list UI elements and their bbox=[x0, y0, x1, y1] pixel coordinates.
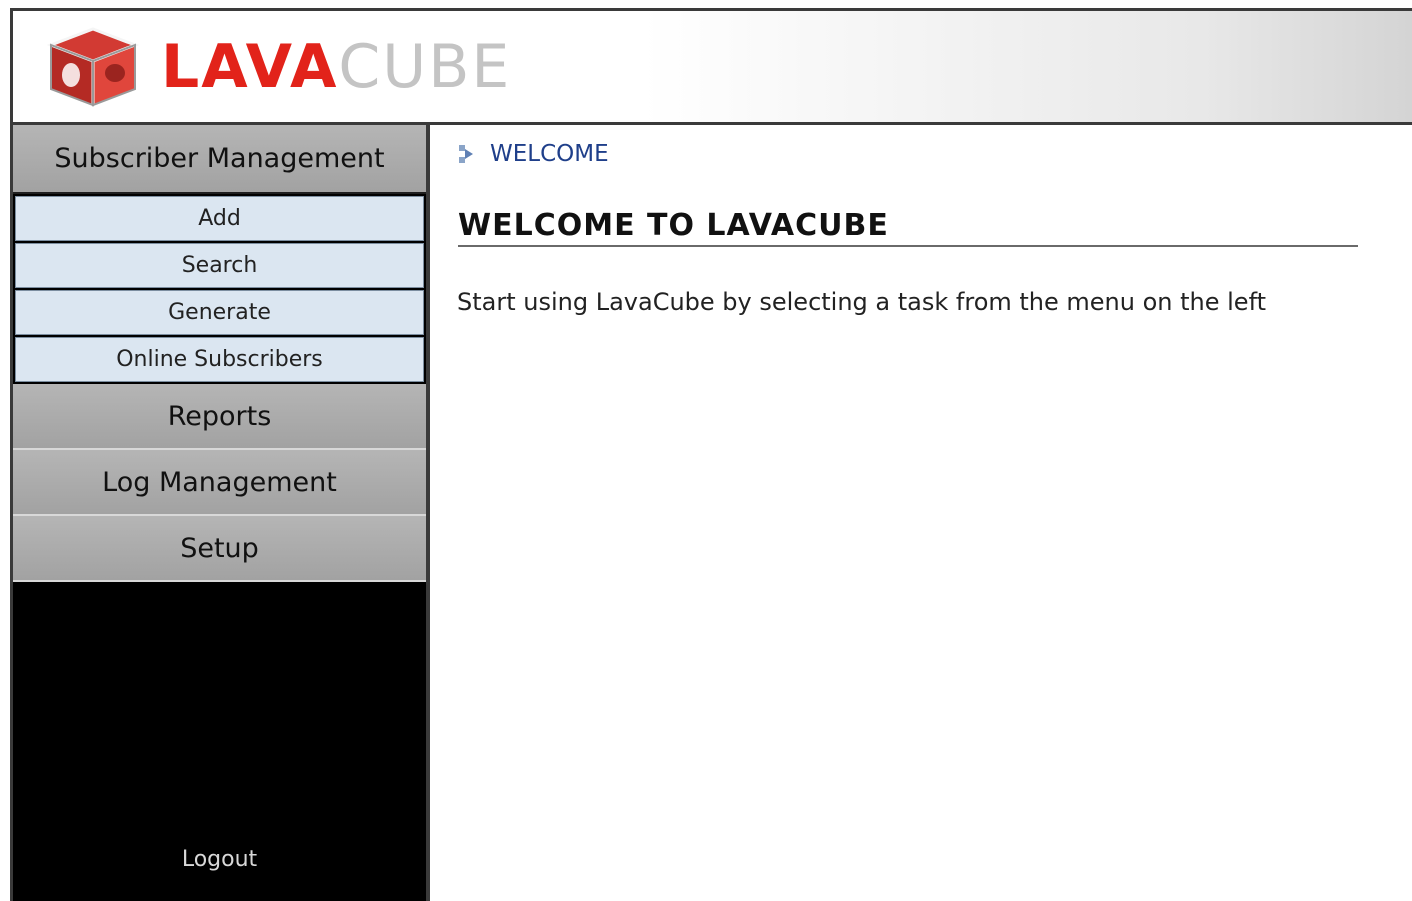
header-bar: LAVACUBE bbox=[13, 11, 1412, 125]
cube-logo-icon bbox=[47, 27, 139, 107]
sidebar-section-log-management[interactable]: Log Management bbox=[13, 450, 426, 516]
submenu-item-add[interactable]: Add bbox=[15, 196, 424, 241]
intro-text: Start using LavaCube by selecting a task… bbox=[457, 288, 1267, 316]
submenu-item-online-subscribers[interactable]: Online Subscribers bbox=[15, 337, 424, 382]
main-content: WELCOME WELCOME TO LAVACUBE Start using … bbox=[430, 125, 1412, 901]
logo-lava-text: LAVA bbox=[161, 32, 339, 102]
app-frame: LAVACUBE Subscriber Management Add Searc… bbox=[10, 8, 1412, 901]
sidebar: Subscriber Management Add Search Generat… bbox=[13, 125, 430, 901]
submenu-item-search[interactable]: Search bbox=[15, 243, 424, 288]
sidebar-section-setup[interactable]: Setup bbox=[13, 516, 426, 582]
breadcrumb-label[interactable]: WELCOME bbox=[490, 141, 609, 167]
arrow-bullet-icon bbox=[459, 145, 473, 163]
subscriber-submenu: Add Search Generate Online Subscribers bbox=[13, 196, 426, 382]
sidebar-section-subscriber-management[interactable]: Subscriber Management bbox=[13, 125, 426, 194]
logo-cube-text: CUBE bbox=[338, 32, 512, 102]
logout-link[interactable]: Logout bbox=[13, 847, 426, 872]
submenu-item-generate[interactable]: Generate bbox=[15, 290, 424, 335]
sidebar-section-reports[interactable]: Reports bbox=[13, 384, 426, 450]
breadcrumb: WELCOME bbox=[458, 141, 609, 167]
logo-wordmark: LAVACUBE bbox=[161, 37, 511, 97]
page-title: WELCOME TO LAVACUBE bbox=[458, 208, 1358, 247]
logo[interactable]: LAVACUBE bbox=[47, 25, 511, 109]
